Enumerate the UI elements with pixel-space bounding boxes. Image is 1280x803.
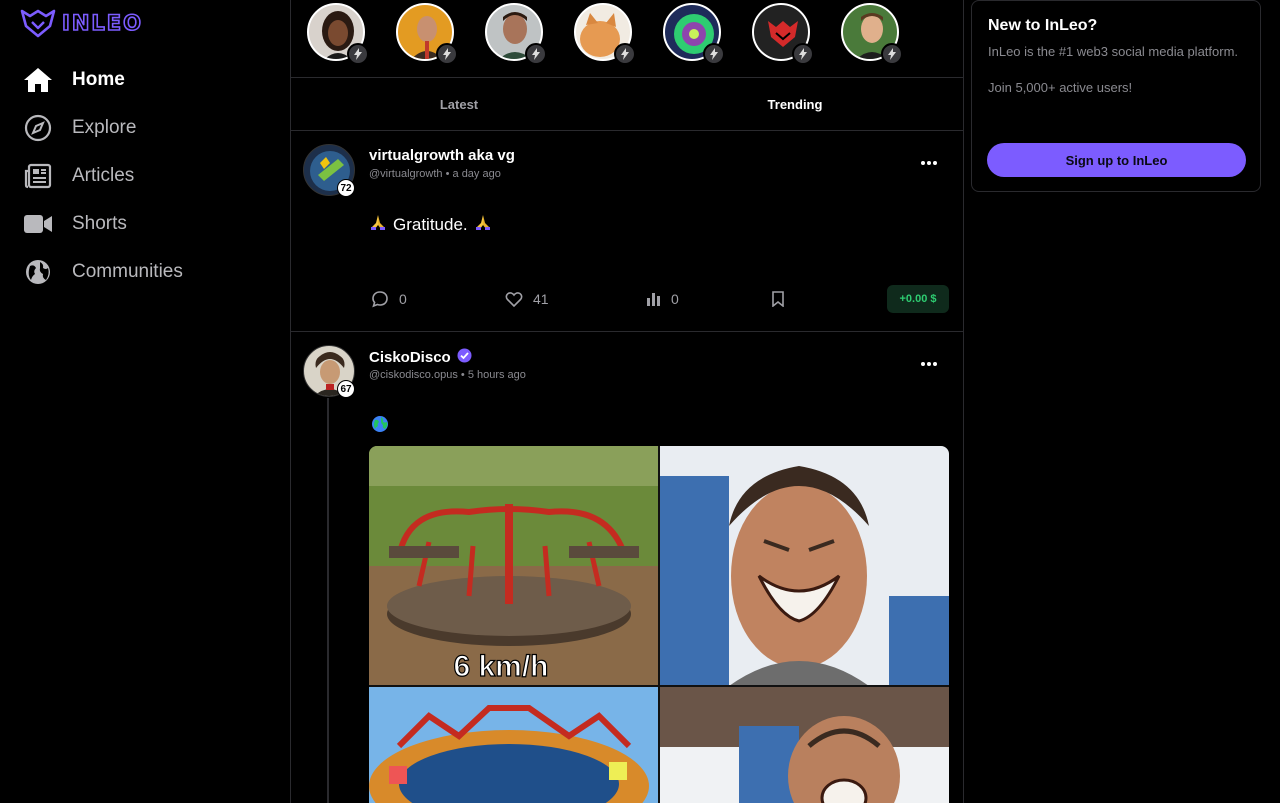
lion-logo-icon (20, 9, 56, 38)
reputation-badge: 67 (337, 380, 355, 398)
video-camera-icon (22, 208, 54, 240)
post-author[interactable]: CiskoDisco (369, 348, 472, 367)
meta-separator: • (445, 168, 453, 180)
nav-label-communities: Communities (72, 261, 183, 282)
main-feed: Latest Trending 72 virtualgrowth aka vg … (290, 0, 964, 803)
praying-hands-icon (369, 213, 387, 236)
story-avatar[interactable] (574, 3, 636, 65)
more-options-icon[interactable] (917, 151, 941, 175)
bar-chart-icon (647, 293, 660, 306)
tab-latest[interactable]: Latest (291, 78, 627, 130)
story-avatar[interactable] (663, 3, 725, 65)
view-count: 0 (671, 291, 679, 307)
nav-label-explore: Explore (72, 117, 137, 138)
logo-text: INLEO (61, 10, 143, 36)
reputation-badge: 72 (337, 179, 355, 197)
story-avatar[interactable] (307, 3, 369, 65)
feed-post: 72 virtualgrowth aka vg @virtualgrowth •… (291, 131, 963, 332)
story-avatar[interactable] (841, 3, 903, 65)
post-image[interactable]: 6 km/h (369, 446, 949, 803)
lightning-icon (525, 43, 547, 65)
verified-badge-icon (457, 348, 472, 367)
compass-icon (22, 112, 54, 144)
signup-card-title: New to InLeo? (988, 17, 1098, 34)
thread-line (327, 398, 329, 803)
reply-count: 0 (399, 291, 407, 307)
nav-label-shorts: Shorts (72, 213, 127, 234)
nav-item-communities[interactable]: Communities (22, 248, 183, 296)
post-meta: @virtualgrowth • a day ago (369, 168, 501, 180)
lightning-icon (436, 43, 458, 65)
feed-tabs: Latest Trending (291, 78, 963, 131)
nav-item-articles[interactable]: Articles (22, 152, 183, 200)
signup-card: New to InLeo? InLeo is the #1 web3 socia… (971, 0, 1261, 192)
post-time: a day ago (452, 168, 501, 180)
left-sidebar: INLEO Home Explore Articles Shorts Commu… (0, 0, 290, 803)
newspaper-icon (22, 160, 54, 192)
bookmark-icon (772, 291, 784, 307)
signup-card-description: InLeo is the #1 web3 social media platfo… (988, 44, 1239, 59)
stories-row (291, 0, 963, 78)
story-avatar[interactable] (485, 3, 547, 65)
nav-label-home: Home (72, 69, 125, 90)
praying-hands-icon (474, 213, 492, 236)
main-nav: Home Explore Articles Shorts Communities (22, 56, 183, 296)
payout-badge[interactable]: +0.00 $ (887, 285, 949, 313)
meta-separator: • (460, 369, 468, 381)
comment-icon (372, 291, 388, 308)
author-handle[interactable]: @ciskodisco.opus (369, 369, 458, 381)
inleo-logo[interactable]: INLEO (20, 8, 143, 38)
views-button[interactable]: 0 (647, 283, 679, 315)
reply-button[interactable]: 0 (371, 283, 407, 315)
post-author[interactable]: virtualgrowth aka vg (369, 147, 515, 164)
nav-item-shorts[interactable]: Shorts (22, 200, 183, 248)
author-name: virtualgrowth aka vg (369, 147, 515, 164)
nav-item-home[interactable]: Home (22, 56, 183, 104)
post-actions: 0 41 0 (369, 283, 949, 315)
more-options-icon[interactable] (917, 352, 941, 376)
story-avatar[interactable] (752, 3, 814, 65)
author-handle[interactable]: @virtualgrowth (369, 168, 443, 180)
story-avatar[interactable] (396, 3, 458, 65)
author-name: CiskoDisco (369, 349, 451, 366)
globe-icon (22, 256, 54, 288)
signup-button[interactable]: Sign up to InLeo (987, 143, 1246, 177)
nav-label-articles: Articles (72, 165, 135, 186)
lightning-icon (703, 43, 725, 65)
post-text: Gratitude. (393, 214, 468, 234)
post-meta: @ciskodisco.opus • 5 hours ago (369, 369, 526, 381)
like-button[interactable]: 41 (505, 283, 549, 315)
home-icon (22, 64, 54, 96)
signup-card-join-text: Join 5,000+ active users! (988, 80, 1133, 95)
globe-emoji-icon (371, 415, 389, 438)
lightning-icon (347, 43, 369, 65)
meme-caption: 6 km/h (453, 650, 548, 683)
lightning-icon (792, 43, 814, 65)
bookmark-button[interactable] (771, 283, 785, 315)
like-count: 41 (533, 291, 549, 307)
feed-post: 67 CiskoDisco @ciskodisco.opus • 5 hours… (291, 332, 963, 803)
lightning-icon (881, 43, 903, 65)
post-time: 5 hours ago (467, 369, 526, 381)
nav-item-explore[interactable]: Explore (22, 104, 183, 152)
tab-trending[interactable]: Trending (627, 78, 963, 130)
post-body: Gratitude. (369, 213, 492, 236)
lightning-icon (614, 43, 636, 65)
heart-icon (505, 292, 523, 307)
